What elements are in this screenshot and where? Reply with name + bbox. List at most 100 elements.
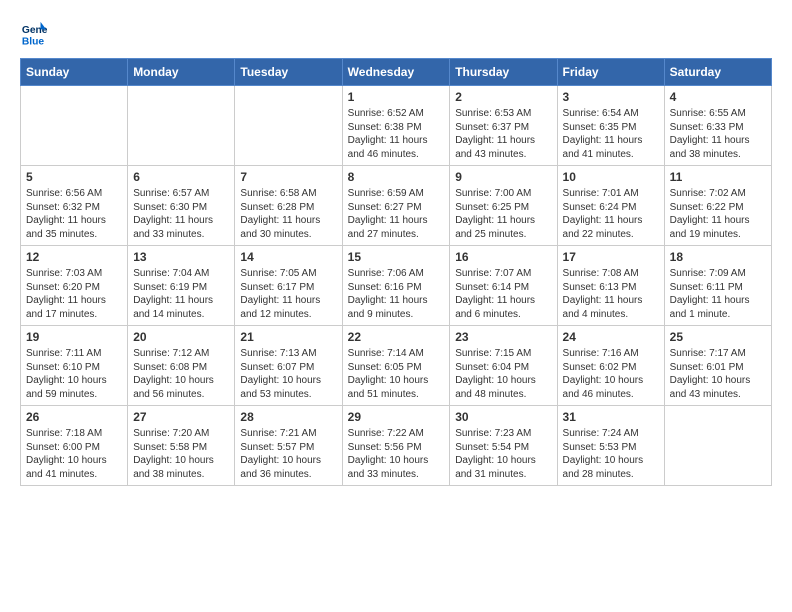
day-number: 15	[348, 250, 445, 264]
day-number: 27	[133, 410, 229, 424]
day-number: 13	[133, 250, 229, 264]
day-number: 25	[670, 330, 766, 344]
calendar-cell: 21 Sunrise: 7:13 AMSunset: 6:07 PMDayligh…	[235, 326, 342, 406]
day-number: 2	[455, 90, 551, 104]
day-info: Sunrise: 7:24 AMSunset: 5:53 PMDaylight:…	[563, 427, 659, 481]
day-number: 29	[348, 410, 445, 424]
calendar-cell: 25 Sunrise: 7:17 AMSunset: 6:01 PMDayligh…	[664, 326, 771, 406]
day-number: 5	[26, 170, 122, 184]
calendar-cell: 7Sunrise: 6:58 AMSunset: 6:28 PMDaylight…	[235, 166, 342, 246]
day-info: Sunrise: 6:57 AMSunset: 6:30 PMDaylight:…	[133, 187, 229, 241]
calendar-cell: 20 Sunrise: 7:12 AMSunset: 6:08 PMDayligh…	[128, 326, 235, 406]
calendar-cell	[235, 86, 342, 166]
day-info: Sunrise: 7:09 AMSunset: 6:11 PMDaylight:…	[670, 267, 766, 321]
calendar-cell: 19Sunrise: 7:11 AMSunset: 6:10 PMDayligh…	[21, 326, 128, 406]
svg-text:Blue: Blue	[22, 36, 45, 47]
calendar-cell	[664, 406, 771, 486]
calendar-cell: 29 Sunrise: 7:22 AMSunset: 5:56 PMDayligh…	[342, 406, 450, 486]
day-info: Sunrise: 7:12 AMSunset: 6:08 PMDaylight:…	[133, 347, 229, 401]
weekday-header-saturday: Saturday	[664, 59, 771, 86]
calendar-cell: 2 Sunrise: 6:53 AMSunset: 6:37 PMDaylight…	[450, 86, 557, 166]
weekday-header-monday: Monday	[128, 59, 235, 86]
day-number: 8	[348, 170, 445, 184]
calendar-cell: 12 Sunrise: 7:03 AMSunset: 6:20 PMDayligh…	[21, 246, 128, 326]
week-row-1: 1 Sunrise: 6:52 AMSunset: 6:38 PMDaylight…	[21, 86, 772, 166]
calendar-table: SundayMondayTuesdayWednesdayThursdayFrid…	[20, 58, 772, 486]
calendar-cell: 24 Sunrise: 7:16 AMSunset: 6:02 PMDayligh…	[557, 326, 664, 406]
day-info: Sunrise: 6:55 AMSunset: 6:33 PMDaylight:…	[670, 107, 766, 161]
calendar-cell: 1 Sunrise: 6:52 AMSunset: 6:38 PMDaylight…	[342, 86, 450, 166]
calendar-cell: 26 Sunrise: 7:18 AMSunset: 6:00 PMDayligh…	[21, 406, 128, 486]
logo: General Blue	[20, 20, 48, 48]
day-number: 23	[455, 330, 551, 344]
day-number: 24	[563, 330, 659, 344]
day-number: 6	[133, 170, 229, 184]
calendar-cell: 30 Sunrise: 7:23 AMSunset: 5:54 PMDayligh…	[450, 406, 557, 486]
day-info: Sunrise: 7:01 AMSunset: 6:24 PMDaylight:…	[563, 187, 659, 241]
calendar-cell: 11 Sunrise: 7:02 AMSunset: 6:22 PMDayligh…	[664, 166, 771, 246]
day-info: Sunrise: 7:15 AMSunset: 6:04 PMDaylight:…	[455, 347, 551, 401]
calendar-cell: 5 Sunrise: 6:56 AMSunset: 6:32 PMDaylight…	[21, 166, 128, 246]
day-info: Sunrise: 7:07 AMSunset: 6:14 PMDaylight:…	[455, 267, 551, 321]
day-info: Sunrise: 7:13 AMSunset: 6:07 PMDaylight:…	[240, 347, 336, 401]
day-info: Sunrise: 6:56 AMSunset: 6:32 PMDaylight:…	[26, 187, 122, 241]
week-row-4: 19Sunrise: 7:11 AMSunset: 6:10 PMDayligh…	[21, 326, 772, 406]
calendar-cell: 8 Sunrise: 6:59 AMSunset: 6:27 PMDaylight…	[342, 166, 450, 246]
day-number: 30	[455, 410, 551, 424]
day-info: Sunrise: 7:16 AMSunset: 6:02 PMDaylight:…	[563, 347, 659, 401]
calendar-cell: 17Sunrise: 7:08 AMSunset: 6:13 PMDayligh…	[557, 246, 664, 326]
day-info: Sunrise: 6:59 AMSunset: 6:27 PMDaylight:…	[348, 187, 445, 241]
day-number: 16	[455, 250, 551, 264]
weekday-header-row: SundayMondayTuesdayWednesdayThursdayFrid…	[21, 59, 772, 86]
day-number: 21	[240, 330, 336, 344]
weekday-header-sunday: Sunday	[21, 59, 128, 86]
day-number: 3	[563, 90, 659, 104]
day-number: 22	[348, 330, 445, 344]
day-number: 9	[455, 170, 551, 184]
day-info: Sunrise: 7:11 AMSunset: 6:10 PMDaylight:…	[26, 347, 122, 401]
calendar-cell: 15 Sunrise: 7:06 AMSunset: 6:16 PMDayligh…	[342, 246, 450, 326]
day-number: 4	[670, 90, 766, 104]
weekday-header-wednesday: Wednesday	[342, 59, 450, 86]
calendar-cell: 3 Sunrise: 6:54 AMSunset: 6:35 PMDaylight…	[557, 86, 664, 166]
day-number: 17	[563, 250, 659, 264]
day-number: 14	[240, 250, 336, 264]
calendar-cell	[128, 86, 235, 166]
day-number: 7	[240, 170, 336, 184]
day-info: Sunrise: 7:00 AMSunset: 6:25 PMDaylight:…	[455, 187, 551, 241]
day-number: 1	[348, 90, 445, 104]
calendar-cell: 22 Sunrise: 7:14 AMSunset: 6:05 PMDayligh…	[342, 326, 450, 406]
day-number: 11	[670, 170, 766, 184]
day-number: 20	[133, 330, 229, 344]
day-info: Sunrise: 7:03 AMSunset: 6:20 PMDaylight:…	[26, 267, 122, 321]
day-number: 26	[26, 410, 122, 424]
calendar-cell: 9 Sunrise: 7:00 AMSunset: 6:25 PMDaylight…	[450, 166, 557, 246]
day-info: Sunrise: 7:17 AMSunset: 6:01 PMDaylight:…	[670, 347, 766, 401]
page-header: General Blue	[20, 20, 772, 48]
day-number: 12	[26, 250, 122, 264]
weekday-header-tuesday: Tuesday	[235, 59, 342, 86]
day-info: Sunrise: 7:18 AMSunset: 6:00 PMDaylight:…	[26, 427, 122, 481]
day-info: Sunrise: 7:22 AMSunset: 5:56 PMDaylight:…	[348, 427, 445, 481]
day-number: 31	[563, 410, 659, 424]
logo-icon: General Blue	[20, 20, 48, 48]
day-info: Sunrise: 7:05 AMSunset: 6:17 PMDaylight:…	[240, 267, 336, 321]
day-number: 18	[670, 250, 766, 264]
weekday-header-friday: Friday	[557, 59, 664, 86]
day-number: 28	[240, 410, 336, 424]
week-row-5: 26 Sunrise: 7:18 AMSunset: 6:00 PMDayligh…	[21, 406, 772, 486]
calendar-cell: 28Sunrise: 7:21 AMSunset: 5:57 PMDayligh…	[235, 406, 342, 486]
day-info: Sunrise: 7:23 AMSunset: 5:54 PMDaylight:…	[455, 427, 551, 481]
calendar-cell: 13Sunrise: 7:04 AMSunset: 6:19 PMDayligh…	[128, 246, 235, 326]
day-info: Sunrise: 7:02 AMSunset: 6:22 PMDaylight:…	[670, 187, 766, 241]
week-row-2: 5 Sunrise: 6:56 AMSunset: 6:32 PMDaylight…	[21, 166, 772, 246]
day-info: Sunrise: 6:54 AMSunset: 6:35 PMDaylight:…	[563, 107, 659, 161]
week-row-3: 12 Sunrise: 7:03 AMSunset: 6:20 PMDayligh…	[21, 246, 772, 326]
day-info: Sunrise: 6:53 AMSunset: 6:37 PMDaylight:…	[455, 107, 551, 161]
calendar-cell: 23 Sunrise: 7:15 AMSunset: 6:04 PMDayligh…	[450, 326, 557, 406]
day-info: Sunrise: 6:52 AMSunset: 6:38 PMDaylight:…	[348, 107, 445, 161]
day-info: Sunrise: 7:14 AMSunset: 6:05 PMDaylight:…	[348, 347, 445, 401]
weekday-header-thursday: Thursday	[450, 59, 557, 86]
day-info: Sunrise: 7:06 AMSunset: 6:16 PMDaylight:…	[348, 267, 445, 321]
calendar-cell: 27Sunrise: 7:20 AMSunset: 5:58 PMDayligh…	[128, 406, 235, 486]
